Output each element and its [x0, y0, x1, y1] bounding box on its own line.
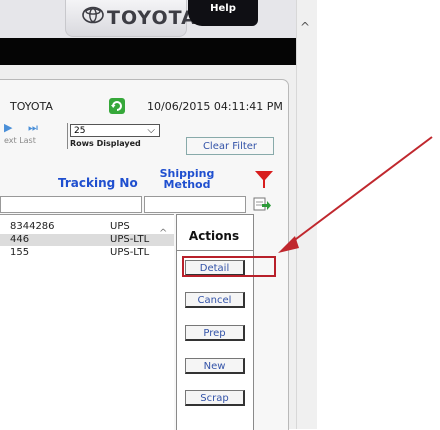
annotation-arrow-icon [278, 136, 433, 253]
